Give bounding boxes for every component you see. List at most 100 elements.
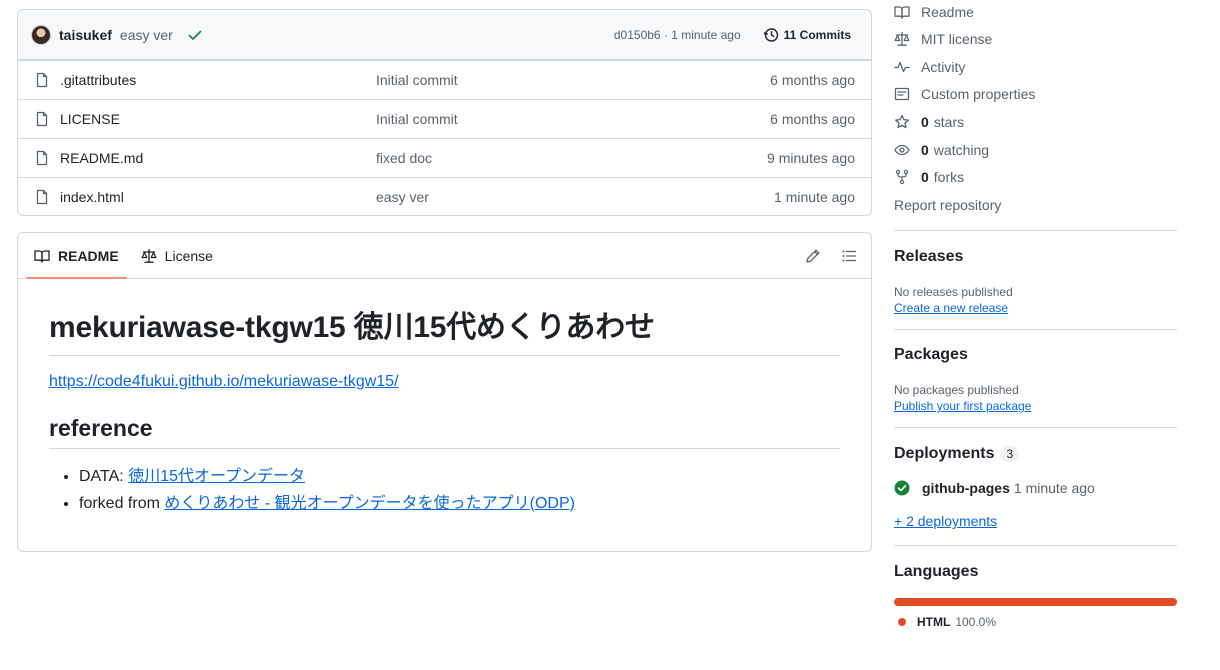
sidebar-link-label: forks	[933, 169, 965, 186]
language-color-dot	[898, 618, 906, 627]
list-item: forked from めくりあわせ - 観光オープンデータを使ったアプリ(OD…	[79, 490, 840, 517]
sidebar-link-label: watching	[933, 141, 990, 158]
packages-heading[interactable]: Packages	[894, 346, 1177, 364]
deployment-time: 1 minute ago	[1013, 480, 1095, 497]
releases-heading[interactable]: Releases	[894, 248, 1177, 266]
file-row[interactable]: README.md fixed doc 9 minutes ago	[18, 138, 871, 177]
file-row[interactable]: .gitattributes Initial commit 6 months a…	[18, 60, 871, 99]
check-circle-icon	[894, 480, 910, 496]
file-commit-message[interactable]: Initial commit	[376, 72, 770, 88]
deployments-title: Deployments	[894, 445, 995, 463]
deployments-counter: 3	[1000, 446, 1020, 463]
publish-package-link[interactable]: Publish your first package	[894, 399, 1177, 413]
releases-note: No releases published	[894, 285, 1013, 300]
file-name[interactable]: LICENSE	[60, 111, 376, 127]
sidebar-link-forks[interactable]: 0 forks	[894, 163, 1177, 191]
sidebar-link-custom-properties[interactable]: Custom properties	[894, 80, 1177, 108]
sidebar-link-label: Activity	[921, 58, 966, 75]
pulse-icon	[894, 59, 921, 75]
sidebar-link-stars[interactable]: 0 stars	[894, 108, 1177, 136]
stars-count: 0	[921, 113, 929, 130]
file-time: 9 minutes ago	[767, 150, 855, 166]
sidebar-link-watching[interactable]: 0 watching	[894, 136, 1177, 164]
reference-list: DATA: 徳川15代オープンデータ forked from めくりあわせ - …	[49, 463, 840, 517]
divider	[894, 329, 1177, 331]
file-name[interactable]: index.html	[60, 189, 376, 205]
language-name: HTML	[917, 615, 951, 630]
list-item: DATA: 徳川15代オープンデータ	[79, 463, 840, 490]
law-icon	[141, 248, 165, 264]
sidebar-link-readme[interactable]: Readme	[894, 0, 1177, 25]
tab-label: License	[164, 247, 213, 264]
readme-tabs: README License	[18, 233, 871, 279]
readme-site-link[interactable]: https://code4fukui.github.io/mekuriawase…	[49, 373, 840, 391]
eye-icon	[894, 142, 921, 158]
divider	[894, 427, 1177, 429]
outline-list-icon[interactable]	[841, 248, 857, 264]
deployments-heading[interactable]: Deployments 3	[894, 445, 1177, 463]
sidebar-link-label: Readme	[921, 4, 974, 20]
readme-heading-reference: reference	[49, 415, 840, 449]
languages-heading: Languages	[894, 563, 979, 581]
file-name[interactable]: .gitattributes	[60, 72, 376, 88]
create-release-link[interactable]: Create a new release	[894, 301, 1177, 315]
repo-sidebar: Readme MIT license Activity Custom prope…	[894, 0, 1177, 629]
commit-message[interactable]: easy ver	[120, 27, 173, 43]
latest-commit-bar: taisukef easy ver d0150b6 · 1 minute ago…	[18, 10, 871, 60]
file-row[interactable]: LICENSE Initial commit 6 months ago	[18, 99, 871, 138]
divider	[894, 230, 1177, 232]
forked-from-link[interactable]: めくりあわせ - 観光オープンデータを使ったアプリ(ODP)	[164, 495, 575, 512]
book-icon	[34, 248, 58, 264]
language-item[interactable]: HTML 100.0%	[894, 615, 1177, 629]
readme-panel: README License mekuriawase-tkgw15 徳川15代め…	[17, 232, 872, 552]
readme-body: mekuriawase-tkgw15 徳川15代めくりあわせ https://c…	[18, 309, 871, 517]
pencil-icon[interactable]	[805, 248, 821, 264]
tab-readme[interactable]: README	[26, 233, 127, 279]
file-icon	[34, 72, 60, 88]
history-icon	[763, 27, 784, 43]
sidebar-link-license[interactable]: MIT license	[894, 25, 1177, 53]
file-commit-message[interactable]: easy ver	[376, 189, 774, 205]
file-icon	[34, 111, 60, 127]
tab-license[interactable]: License	[133, 233, 221, 278]
sidebar-link-activity[interactable]: Activity	[894, 53, 1177, 81]
book-icon	[894, 4, 921, 20]
deployment-item[interactable]: github-pages 1 minute ago	[894, 480, 1177, 496]
file-commit-message[interactable]: Initial commit	[376, 111, 770, 127]
readme-title: mekuriawase-tkgw15 徳川15代めくりあわせ	[49, 309, 840, 356]
fork-icon	[894, 169, 921, 185]
commit-author[interactable]: taisukef	[59, 27, 112, 43]
commit-sha-time[interactable]: d0150b6 · 1 minute ago	[614, 28, 741, 42]
commits-button[interactable]: 11 Commits	[757, 21, 857, 49]
list-item-prefix: DATA:	[79, 467, 129, 485]
language-bar[interactable]	[894, 598, 1177, 607]
readme-tools	[805, 233, 857, 279]
file-list: taisukef easy ver d0150b6 · 1 minute ago…	[17, 9, 872, 216]
language-percent: 100.0%	[955, 615, 997, 630]
packages-note: No packages published	[894, 383, 1019, 398]
sidebar-link-label: stars	[933, 113, 965, 130]
check-icon[interactable]	[187, 27, 203, 43]
sidebar-link-label: Custom properties	[921, 86, 1036, 103]
star-icon	[894, 114, 921, 130]
file-commit-message[interactable]: fixed doc	[376, 150, 767, 166]
tab-label: README	[58, 247, 119, 264]
commits-label: 11 Commits	[783, 27, 851, 42]
forks-count: 0	[921, 169, 929, 186]
file-time: 1 minute ago	[774, 189, 855, 205]
file-row[interactable]: index.html easy ver 1 minute ago	[18, 177, 871, 215]
data-link[interactable]: 徳川15代オープンデータ	[128, 468, 305, 485]
avatar[interactable]	[31, 24, 51, 45]
note-icon	[894, 86, 921, 102]
law-icon	[894, 31, 921, 47]
file-icon	[34, 189, 60, 205]
sidebar-link-label: MIT license	[921, 30, 993, 47]
divider	[894, 545, 1177, 547]
file-time: 6 months ago	[770, 111, 855, 127]
list-item-prefix: forked from	[79, 494, 165, 512]
report-repository-link[interactable]: Report repository	[894, 191, 1177, 218]
watching-count: 0	[921, 141, 929, 158]
deployment-env[interactable]: github-pages	[922, 480, 1010, 496]
more-deployments-link[interactable]: + 2 deployments	[894, 513, 1177, 529]
file-name[interactable]: README.md	[60, 150, 376, 166]
